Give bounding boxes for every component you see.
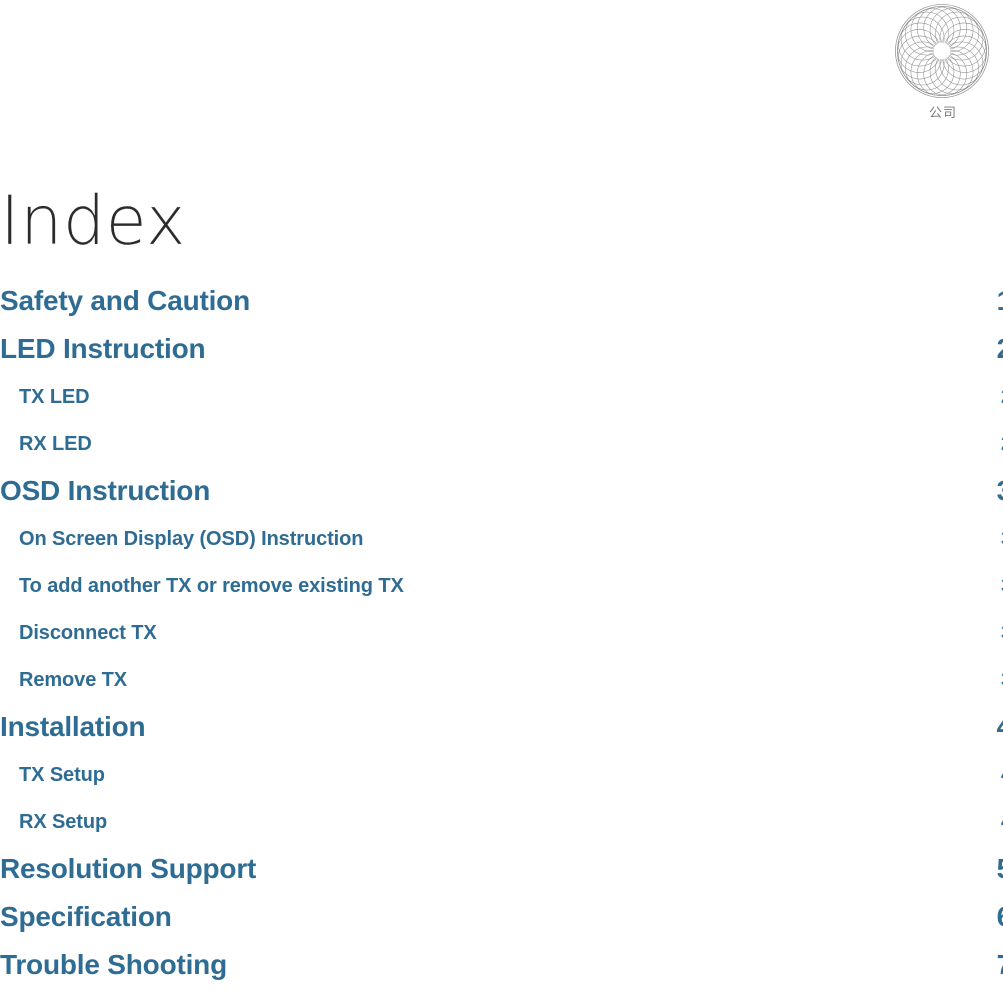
toc-entry-page-number: 4 xyxy=(997,707,1003,747)
toc-entry-label: Trouble Shooting xyxy=(0,949,227,980)
toc-entry-label: Specification xyxy=(0,901,172,932)
company-logo-block: 公司 xyxy=(893,2,993,122)
toc-entry[interactable]: Safety and Caution 1 xyxy=(0,281,1003,329)
toc-entry-page-number: 3 xyxy=(997,471,1003,511)
toc-entry-label: Safety and Caution xyxy=(0,285,250,316)
toc-entry-label: RX LED xyxy=(19,433,92,455)
toc-entry[interactable]: LED Instruction 2 xyxy=(0,329,1003,377)
toc-entry-label: TX LED xyxy=(19,386,90,408)
page-title: Index xyxy=(0,182,186,261)
company-logo-caption: 公司 xyxy=(928,106,957,121)
toc-entry-label: Disconnect TX xyxy=(19,622,157,644)
toc-entry[interactable]: OSD Instruction 3 xyxy=(0,471,1003,519)
toc-entry-label: TX Setup xyxy=(19,764,105,786)
toc-entry[interactable]: Trouble Shooting 7 xyxy=(0,945,1003,993)
toc-entry[interactable]: On Screen Display (OSD) Instruction3 xyxy=(0,519,1003,566)
toc-entry[interactable]: Disconnect TX3 xyxy=(0,613,1003,660)
toc-entry-page-number: 5 xyxy=(997,849,1003,889)
toc-entry-page-number: 1 xyxy=(997,281,1003,321)
spirograph-circles-logo xyxy=(895,4,989,98)
toc-entry[interactable]: To add another TX or remove existing TX3 xyxy=(0,566,1003,613)
toc-entry-label: LED Instruction xyxy=(0,333,206,364)
toc-entry[interactable]: Specification 6 xyxy=(0,897,1003,945)
toc-entry[interactable]: Resolution Support 5 xyxy=(0,849,1003,897)
toc-entry-label: Installation xyxy=(0,711,146,742)
toc-entry-label: RX Setup xyxy=(19,811,108,833)
toc-entry-label: OSD Instruction xyxy=(0,475,211,506)
toc-entry-page-number: 6 xyxy=(997,897,1003,937)
toc-entry-page-number: 7 xyxy=(997,945,1003,985)
toc-entry[interactable]: TX LED2 xyxy=(0,377,1003,424)
toc-entry-label: Resolution Support xyxy=(0,853,257,884)
toc-entry[interactable]: Remove TX3 xyxy=(0,660,1003,707)
toc-entry[interactable]: TX Setup4 xyxy=(0,755,1003,802)
toc-entry-page-number: 2 xyxy=(997,329,1003,369)
toc-entry[interactable]: RX Setup4 xyxy=(0,802,1003,849)
toc-entry[interactable]: RX LED2 xyxy=(0,424,1003,471)
toc-entry-label: On Screen Display (OSD) Instruction xyxy=(19,528,364,550)
table-of-contents: Safety and Caution 1 LED Instruction 2 TX LE… xyxy=(0,281,1003,993)
toc-entry-label: To add another TX or remove existing TX xyxy=(19,575,404,597)
toc-entry[interactable]: Installation 4 xyxy=(0,707,1003,755)
toc-entry-label: Remove TX xyxy=(19,669,128,691)
